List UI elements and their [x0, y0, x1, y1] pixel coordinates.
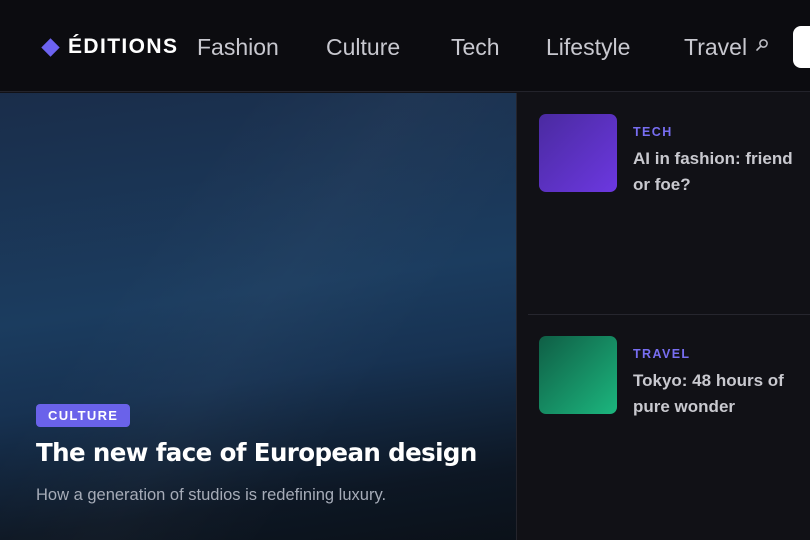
side-article-card[interactable]: TECH AI in fashion: friend or foe?: [517, 93, 810, 314]
nav-link-tech[interactable]: Tech: [451, 33, 500, 61]
hero-subtitle: How a generation of studios is redefinin…: [36, 486, 387, 504]
side-article-card[interactable]: TRAVEL Tokyo: 48 hours of pure wonder: [517, 315, 810, 540]
hero-featured-article[interactable]: CULTURE The new face of European design …: [0, 93, 516, 540]
nav-link-culture[interactable]: Culture: [326, 33, 400, 61]
brand-name: ÉDITIONS: [68, 35, 179, 58]
article-category: TECH: [633, 125, 673, 139]
hero-category-badge[interactable]: CULTURE: [36, 404, 131, 427]
hero-image: [0, 93, 516, 540]
header-action-button[interactable]: [793, 26, 810, 68]
article-title[interactable]: AI in fashion: friend or foe?: [633, 146, 803, 198]
nav-link-travel[interactable]: Travel: [684, 33, 747, 61]
search-icon[interactable]: [755, 38, 769, 52]
article-title[interactable]: Tokyo: 48 hours of pure wonder: [633, 368, 803, 420]
article-thumbnail[interactable]: [539, 114, 617, 192]
brand-logo[interactable]: ÉDITIONS: [40, 33, 178, 61]
nav-link-lifestyle[interactable]: Lifestyle: [546, 33, 630, 61]
top-navigation-bar: ÉDITIONS Fashion Culture Tech Lifestyle …: [0, 0, 810, 92]
nav-link-fashion[interactable]: Fashion: [197, 33, 279, 61]
diamond-logo-icon: [41, 37, 60, 57]
article-category: TRAVEL: [633, 347, 691, 361]
hero-title[interactable]: The new face of European design: [36, 438, 477, 467]
article-thumbnail[interactable]: [539, 336, 617, 414]
